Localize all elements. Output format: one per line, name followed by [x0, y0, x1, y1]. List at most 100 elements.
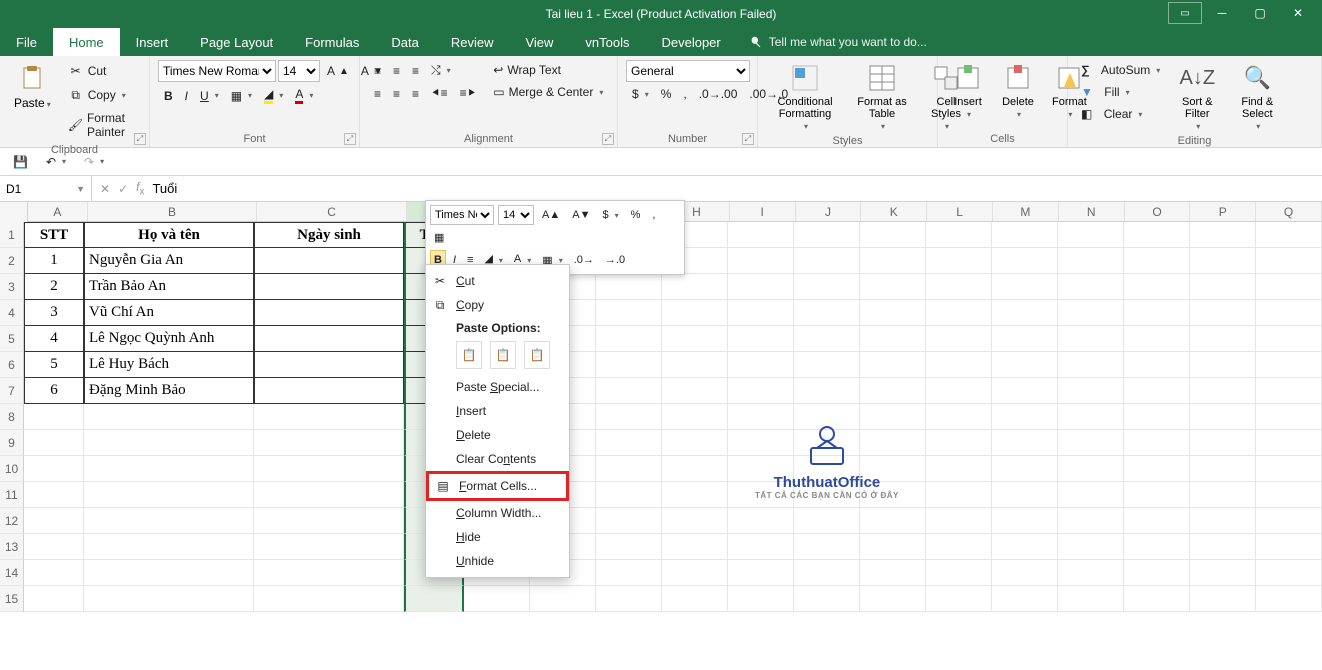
cell[interactable]	[860, 560, 926, 586]
cell[interactable]	[24, 482, 84, 508]
cell[interactable]	[84, 508, 254, 534]
cell[interactable]	[1124, 404, 1190, 430]
tell-me[interactable]: Tell me what you want to do...	[749, 28, 927, 56]
cell[interactable]	[860, 248, 926, 274]
cell[interactable]	[926, 482, 992, 508]
cell[interactable]	[1190, 274, 1256, 300]
bold-button[interactable]: B	[158, 84, 179, 107]
cell[interactable]	[1058, 378, 1124, 404]
cell[interactable]	[596, 508, 662, 534]
cell[interactable]	[728, 248, 794, 274]
cell[interactable]	[794, 378, 860, 404]
cell[interactable]	[992, 586, 1058, 612]
cell[interactable]	[794, 222, 860, 248]
col-header-K[interactable]: K	[861, 202, 927, 221]
cell[interactable]	[254, 534, 404, 560]
font-dialog-launcher[interactable]: ⤢	[344, 133, 356, 145]
font-color-button[interactable]: A	[289, 84, 319, 107]
table-header[interactable]: STT	[24, 222, 84, 248]
cell[interactable]	[1058, 274, 1124, 300]
cell[interactable]	[860, 274, 926, 300]
cancel-icon[interactable]: ✕	[100, 182, 110, 196]
cell[interactable]	[596, 586, 662, 612]
cell[interactable]	[1190, 300, 1256, 326]
cell-stt[interactable]: 6	[24, 378, 84, 404]
cell[interactable]	[1124, 326, 1190, 352]
cell[interactable]	[926, 326, 992, 352]
cell[interactable]	[24, 456, 84, 482]
cell[interactable]	[1058, 534, 1124, 560]
cell[interactable]	[1190, 586, 1256, 612]
cell[interactable]	[926, 534, 992, 560]
cell[interactable]	[926, 560, 992, 586]
cell[interactable]	[530, 586, 596, 612]
cell[interactable]	[1058, 586, 1124, 612]
tab-developer[interactable]: Developer	[645, 28, 736, 56]
cell[interactable]	[728, 352, 794, 378]
cell[interactable]	[596, 430, 662, 456]
ctx-column-width[interactable]: Column Width...	[426, 501, 569, 525]
cell[interactable]	[254, 508, 404, 534]
ctx-cut[interactable]: ✂Cut	[426, 269, 569, 293]
cell[interactable]	[662, 430, 728, 456]
cell[interactable]	[24, 430, 84, 456]
cell[interactable]	[662, 456, 728, 482]
cell[interactable]	[662, 300, 728, 326]
enter-icon[interactable]: ✓	[118, 182, 128, 196]
cell-stt[interactable]: 3	[24, 300, 84, 326]
cell[interactable]	[1124, 300, 1190, 326]
copy-button[interactable]: ⧉Copy	[63, 84, 141, 106]
format-painter-button[interactable]: 🖌Format Painter	[63, 108, 141, 142]
cell[interactable]	[84, 430, 254, 456]
cell[interactable]	[1124, 430, 1190, 456]
cell[interactable]	[1124, 248, 1190, 274]
cell[interactable]	[1124, 560, 1190, 586]
ctx-format-cells[interactable]: ▤Format Cells...	[426, 471, 569, 501]
cell[interactable]	[794, 274, 860, 300]
comma-button[interactable]: ,	[677, 84, 692, 104]
fx-icon[interactable]: fx	[136, 180, 144, 197]
cell[interactable]	[728, 326, 794, 352]
cell[interactable]	[1124, 482, 1190, 508]
cell[interactable]	[728, 274, 794, 300]
cell[interactable]	[794, 248, 860, 274]
table-header[interactable]: Họ và tên	[84, 222, 254, 248]
increase-decimal-button[interactable]: .0→.00	[693, 84, 744, 104]
cell[interactable]	[794, 560, 860, 586]
cell[interactable]	[860, 352, 926, 378]
mini-cond-format[interactable]: ▦	[430, 229, 448, 246]
cell[interactable]	[1190, 534, 1256, 560]
cell[interactable]	[926, 456, 992, 482]
cell[interactable]	[1058, 404, 1124, 430]
close-button[interactable]: ✕	[1280, 2, 1316, 24]
cell-dob[interactable]	[254, 274, 404, 300]
borders-button[interactable]: ▦	[225, 84, 258, 107]
cell[interactable]	[1190, 248, 1256, 274]
ctx-paste-special[interactable]: Paste Special...	[426, 375, 569, 399]
col-header-O[interactable]: O	[1125, 202, 1191, 221]
col-header-I[interactable]: I	[730, 202, 796, 221]
align-bottom-button[interactable]: ≡	[406, 60, 425, 81]
cell[interactable]	[404, 586, 464, 612]
col-header-P[interactable]: P	[1190, 202, 1256, 221]
fill-button[interactable]: ▼ Fill	[1076, 82, 1165, 102]
cell[interactable]	[1256, 456, 1322, 482]
cell-dob[interactable]	[254, 248, 404, 274]
cell[interactable]	[24, 560, 84, 586]
cell[interactable]	[1256, 352, 1322, 378]
increase-font-size-button[interactable]: A▲	[322, 61, 354, 81]
cell[interactable]	[926, 300, 992, 326]
cell[interactable]	[1190, 430, 1256, 456]
cell[interactable]	[794, 352, 860, 378]
cell-name[interactable]: Lê Huy Bách	[84, 352, 254, 378]
merge-center-button[interactable]: ▭Merge & Center	[488, 82, 608, 102]
mini-percent[interactable]: %	[627, 207, 645, 223]
cell[interactable]	[992, 508, 1058, 534]
cell-stt[interactable]: 5	[24, 352, 84, 378]
cell[interactable]	[596, 352, 662, 378]
mini-inc-decimal[interactable]: .0→	[570, 250, 598, 270]
cell[interactable]	[1190, 508, 1256, 534]
cell[interactable]	[728, 560, 794, 586]
ctx-clear-contents[interactable]: Clear Contents	[426, 447, 569, 471]
cell-stt[interactable]: 2	[24, 274, 84, 300]
